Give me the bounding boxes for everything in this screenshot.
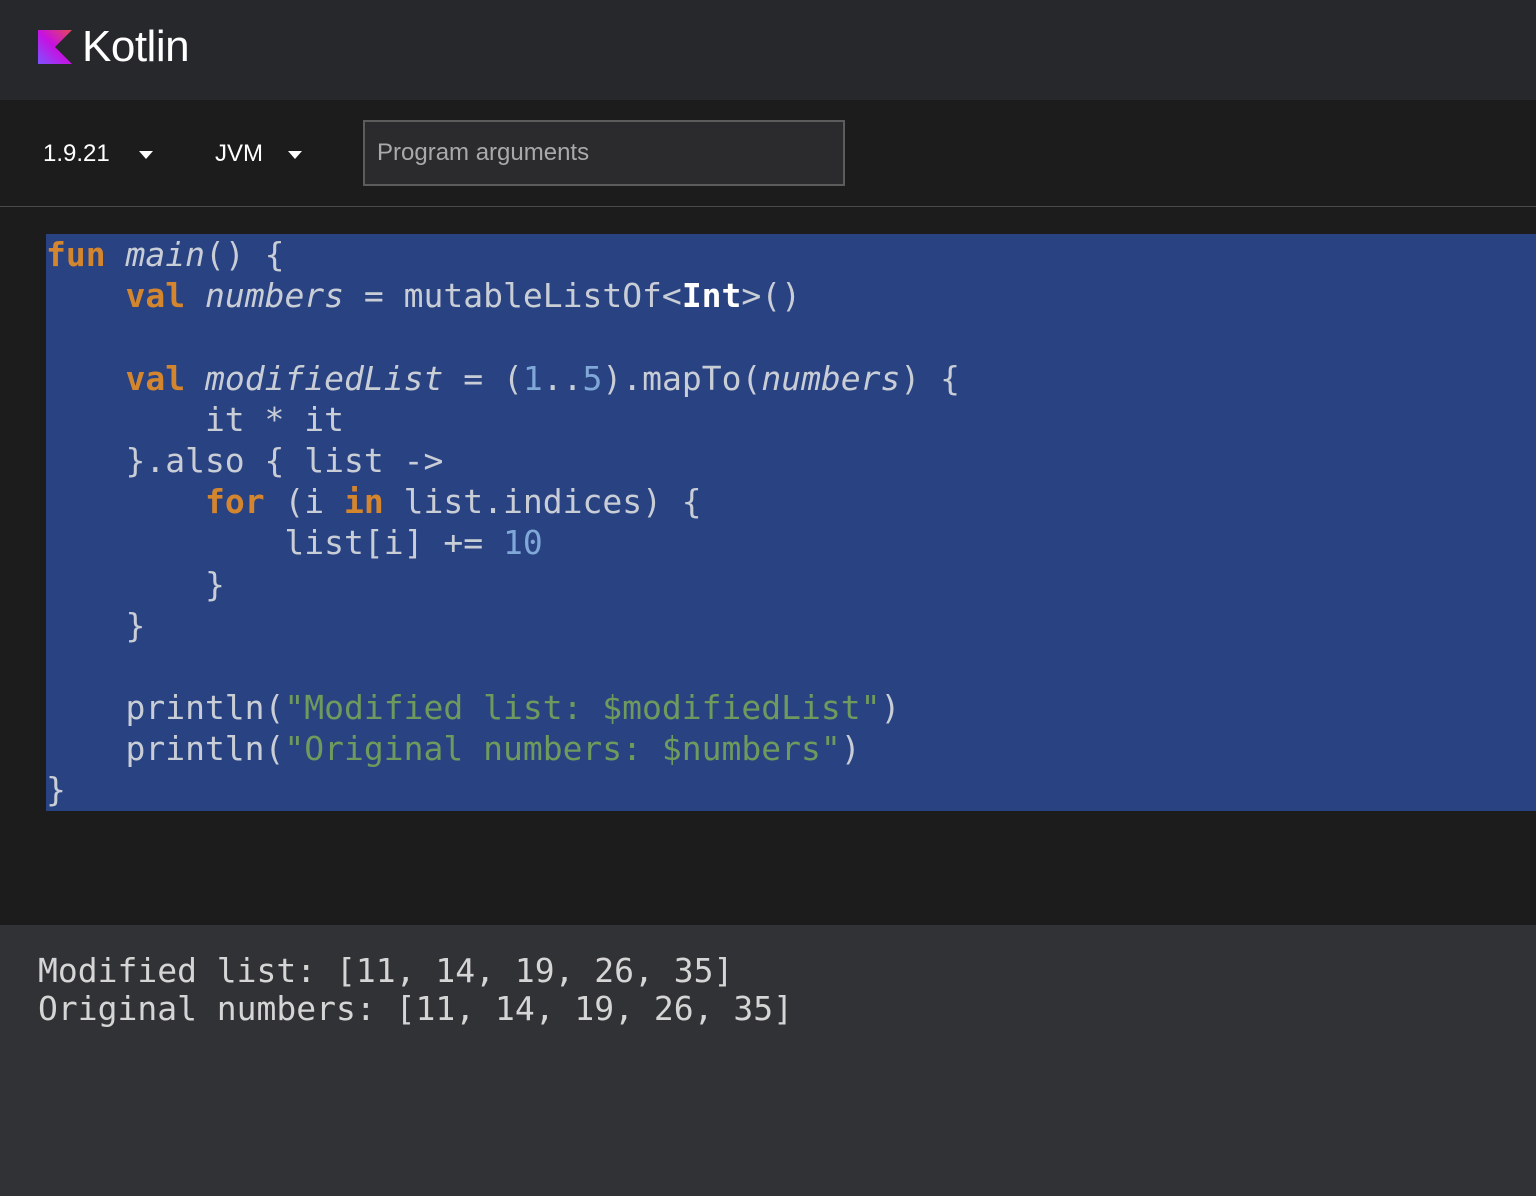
code-editor[interactable]: fun main() { val numbers = mutableListOf… xyxy=(0,207,1536,925)
kotlin-logo-text[interactable]: Kotlin xyxy=(82,20,190,74)
output-text: Modified list: [11, 14, 19, 26, 35] Origi… xyxy=(38,952,793,1028)
app-header: Kotlin xyxy=(0,0,1536,100)
chevron-down-icon xyxy=(288,151,302,159)
code-line[interactable]: fun main() { xyxy=(46,234,1536,275)
code-line[interactable] xyxy=(46,646,1536,687)
code-line[interactable]: for (i in list.indices) { xyxy=(46,481,1536,522)
code-line[interactable]: it * it xyxy=(46,399,1536,440)
code-line[interactable]: val modifiedList = (1..5).mapTo(numbers)… xyxy=(46,358,1536,399)
target-dropdown[interactable]: JVM xyxy=(215,134,307,174)
code-line[interactable]: println("Original numbers: $numbers") xyxy=(46,728,1536,769)
output-panel: Modified list: [11, 14, 19, 26, 35] Origi… xyxy=(0,925,1536,1196)
code-line[interactable] xyxy=(46,316,1536,357)
code-area[interactable]: fun main() { val numbers = mutableListOf… xyxy=(46,234,1536,811)
code-line[interactable]: } xyxy=(46,564,1536,605)
code-line[interactable]: println("Modified list: $modifiedList") xyxy=(46,687,1536,728)
chevron-down-icon xyxy=(139,151,153,159)
code-line[interactable]: } xyxy=(46,605,1536,646)
code-line[interactable]: list[i] += 10 xyxy=(46,522,1536,563)
output-line: Original numbers: [11, 14, 19, 26, 35] xyxy=(38,989,793,1028)
output-line: Modified list: [11, 14, 19, 26, 35] xyxy=(38,951,734,990)
version-dropdown[interactable]: 1.9.21 xyxy=(43,134,158,174)
code-line[interactable]: } xyxy=(46,769,1536,810)
target-label: JVM xyxy=(215,140,263,167)
program-arguments-input[interactable] xyxy=(363,120,845,186)
toolbar: 1.9.21 JVM xyxy=(0,100,1536,207)
version-label: 1.9.21 xyxy=(43,140,110,167)
code-line[interactable]: val numbers = mutableListOf<Int>() xyxy=(46,275,1536,316)
code-line[interactable]: }.also { list -> xyxy=(46,440,1536,481)
kotlin-logo-icon[interactable] xyxy=(38,30,72,64)
